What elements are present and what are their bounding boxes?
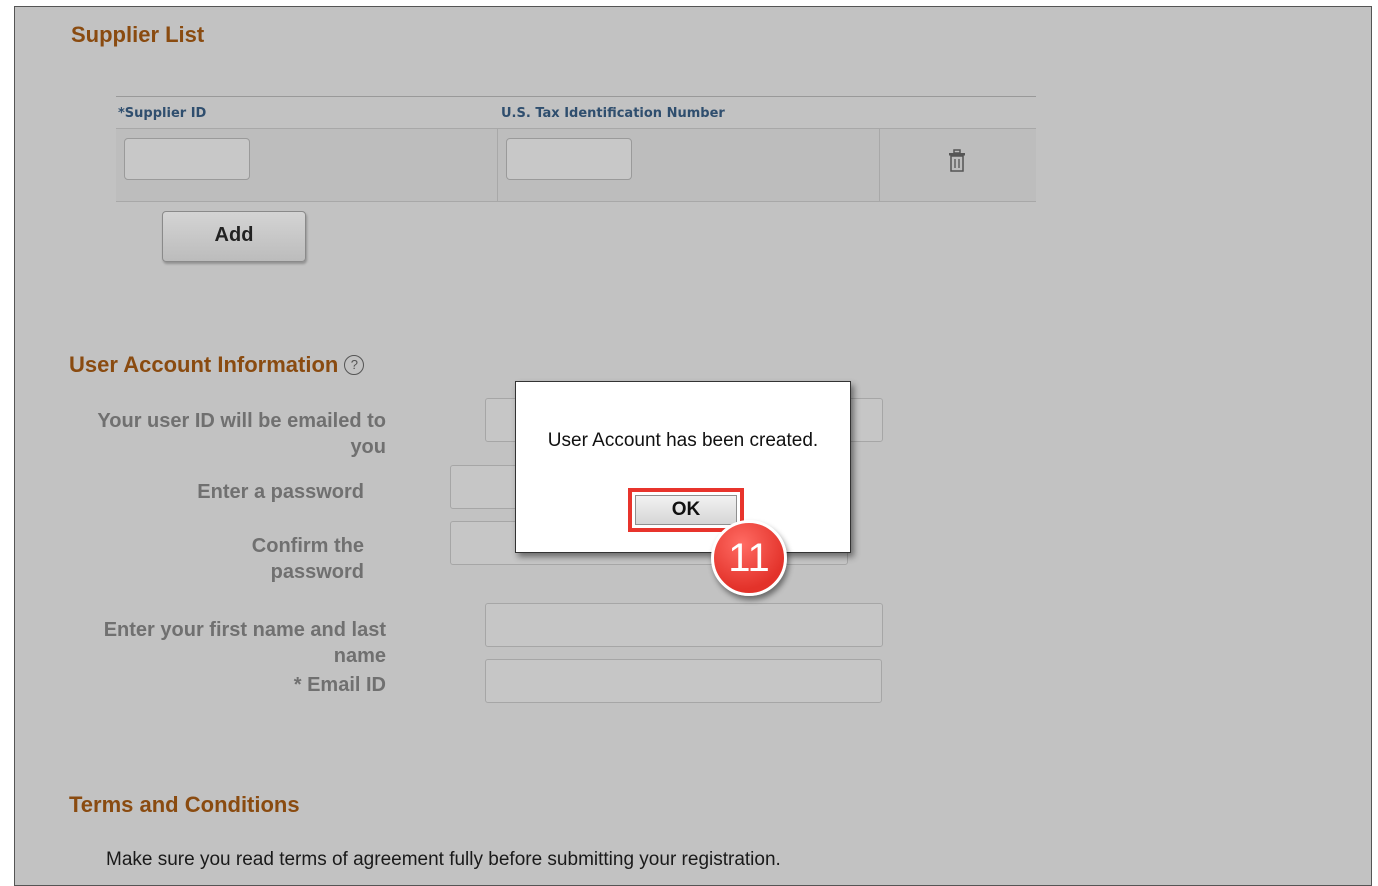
user-id-label-line1: Your user ID will be emailed to <box>97 410 386 432</box>
trash-icon[interactable] <box>948 149 966 173</box>
supplier-grid-header: *Supplier ID U.S. Tax Identification Num… <box>116 96 1036 129</box>
column-divider <box>879 129 880 201</box>
user-account-title-text: User Account Information <box>69 352 339 377</box>
ok-button-highlight[interactable]: OK <box>628 488 744 532</box>
add-button[interactable]: Add <box>162 211 306 262</box>
supplier-list-title: Supplier List <box>71 22 205 47</box>
column-divider <box>497 129 498 201</box>
user-id-label: Your user ID will be emailed to you <box>60 408 386 460</box>
name-field[interactable] <box>485 603 883 647</box>
confirm-password-label: Confirm the password <box>100 533 364 585</box>
password-label: Enter a password <box>197 481 364 503</box>
terms-title: Terms and Conditions <box>69 792 300 817</box>
step-number-badge: 11 <box>711 520 787 596</box>
user-id-label-line2: you <box>350 436 386 458</box>
dialog-message: User Account has been created. <box>547 430 819 451</box>
supplier-id-input[interactable] <box>124 138 250 180</box>
email-field[interactable] <box>485 659 882 703</box>
confirmation-dialog: User Account has been created. OK <box>515 381 851 553</box>
confirm-label-line2: password <box>270 561 364 583</box>
name-label-line1: Enter your first name and last <box>103 619 386 641</box>
tax-id-input[interactable] <box>506 138 632 180</box>
email-label: * Email ID <box>293 674 386 696</box>
user-account-title: User Account Information? <box>69 352 365 378</box>
tax-id-column-header: U.S. Tax Identification Number <box>501 106 725 121</box>
help-icon[interactable]: ? <box>344 355 365 375</box>
name-label: Enter your first name and last name <box>60 617 386 669</box>
supplier-grid-row <box>116 128 1036 202</box>
name-label-line2: name <box>333 645 386 667</box>
supplier-id-column-header: *Supplier ID <box>118 106 207 121</box>
terms-text: Make sure you read terms of agreement fu… <box>106 849 781 870</box>
confirm-label-line1: Confirm the <box>251 535 364 557</box>
ok-button[interactable]: OK <box>635 495 737 525</box>
